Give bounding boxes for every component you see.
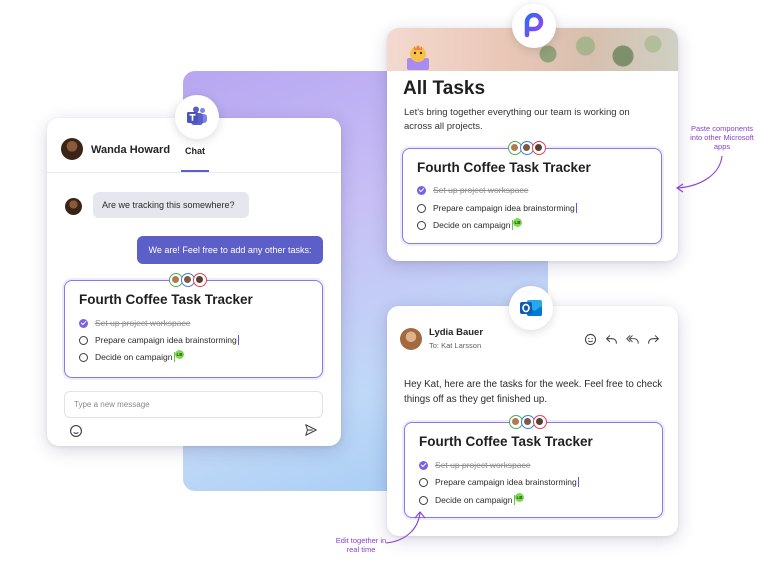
edit-cursor (237, 335, 240, 345)
sender-name[interactable]: Lydia Bauer (429, 327, 483, 338)
collaborator-avatar (193, 273, 207, 287)
loop-workspace-page: All Tasks Let's bring together everythin… (387, 28, 678, 261)
page-description: Let's bring together everything our team… (404, 107, 630, 132)
message-actions (584, 333, 660, 346)
checkbox-icon[interactable] (417, 220, 426, 230)
task-tracker-component[interactable]: Fourth Coffee Task Tracker Set up projec… (402, 141, 662, 244)
presence-avatars (169, 273, 207, 287)
message-input[interactable]: Type a new message (64, 391, 323, 418)
contact-name[interactable]: Wanda Howard (91, 144, 170, 156)
forward-icon[interactable] (647, 333, 660, 346)
incoming-message: Are we tracking this somewhere? (93, 192, 249, 218)
send-icon[interactable] (304, 423, 318, 437)
task-label: Prepare campaign idea brainstorming (95, 335, 237, 345)
annotation-paste: Paste components into other Microsoft ap… (690, 124, 754, 151)
checkbox-icon[interactable] (419, 495, 428, 505)
collaborator-avatar (533, 415, 547, 429)
checkbox-icon[interactable] (419, 477, 428, 487)
tracker-title: Fourth Coffee Task Tracker (417, 160, 591, 175)
presence-avatars (509, 415, 547, 429)
outlook-message-window: Lydia Bauer To: Kat Larsson Hey Kat, her… (387, 306, 678, 536)
checkbox-icon[interactable] (79, 352, 88, 362)
reply-all-icon[interactable] (626, 333, 639, 346)
avatar (65, 198, 82, 215)
task-label: Decide on campaign (95, 352, 173, 362)
checked-checkbox-icon[interactable] (419, 460, 428, 470)
emoji-icon[interactable] (584, 333, 597, 346)
presence-avatars (508, 141, 546, 155)
checked-checkbox-icon[interactable] (417, 185, 426, 195)
task-label: Set up project workspace (95, 318, 191, 328)
checkbox-icon[interactable] (79, 335, 88, 345)
outlook-app-icon (509, 286, 553, 330)
checkbox-icon[interactable] (417, 203, 426, 213)
task-label: Decide on campaign (435, 495, 513, 505)
collaborator-avatar (532, 141, 546, 155)
task-label: Decide on campaign (433, 220, 511, 230)
checked-checkbox-icon[interactable] (79, 318, 88, 328)
message-body: Hey Kat, here are the tasks for the week… (404, 379, 663, 405)
loop-app-icon (512, 4, 556, 48)
task-item[interactable]: Decide on campaign LB (79, 349, 184, 362)
collaborator-cursor-tag: LB (175, 349, 184, 359)
task-item[interactable]: Prepare campaign idea brainstorming (417, 203, 578, 213)
reply-icon[interactable] (605, 333, 618, 346)
teams-chat-window: Wanda Howard Chat Are we tracking this s… (47, 118, 341, 446)
task-item[interactable]: Set up project workspace (79, 318, 190, 328)
task-item[interactable]: Decide on campaign LB (419, 492, 524, 505)
recipient-line: To: Kat Larsson (429, 341, 482, 350)
outgoing-message: We are! Feel free to add any other tasks… (137, 236, 323, 264)
avatar[interactable] (61, 138, 83, 160)
teams-app-icon (175, 95, 219, 139)
task-item[interactable]: Set up project workspace (417, 185, 528, 195)
tracker-title: Fourth Coffee Task Tracker (79, 292, 253, 307)
task-item[interactable]: Set up project workspace (419, 460, 530, 470)
annotation-arrow (676, 155, 723, 193)
task-label: Set up project workspace (433, 185, 529, 195)
annotation-arrow (385, 511, 426, 544)
collaborator-cursor-tag: LB (513, 217, 522, 227)
task-tracker-component[interactable]: Fourth Coffee Task Tracker Set up projec… (404, 415, 663, 518)
edit-cursor (575, 203, 578, 213)
tab-chat[interactable]: Chat (185, 146, 205, 156)
edit-cursor (577, 477, 580, 487)
task-label: Set up project workspace (435, 460, 531, 470)
collaborator-cursor-tag: LB (515, 492, 524, 502)
task-label: Prepare campaign idea brainstorming (433, 203, 575, 213)
avatar[interactable] (400, 328, 422, 350)
mascot-icon (407, 45, 429, 70)
task-tracker-component[interactable]: Fourth Coffee Task Tracker Set up projec… (64, 273, 323, 378)
tracker-title: Fourth Coffee Task Tracker (419, 434, 593, 449)
task-item[interactable]: Prepare campaign idea brainstorming (419, 477, 580, 487)
task-label: Prepare campaign idea brainstorming (435, 477, 577, 487)
page-title: All Tasks (403, 78, 486, 99)
emoji-icon[interactable] (69, 424, 83, 438)
tab-active-indicator (181, 170, 209, 172)
task-item[interactable]: Prepare campaign idea brainstorming (79, 335, 240, 345)
task-item[interactable]: Decide on campaign LB (417, 217, 522, 230)
